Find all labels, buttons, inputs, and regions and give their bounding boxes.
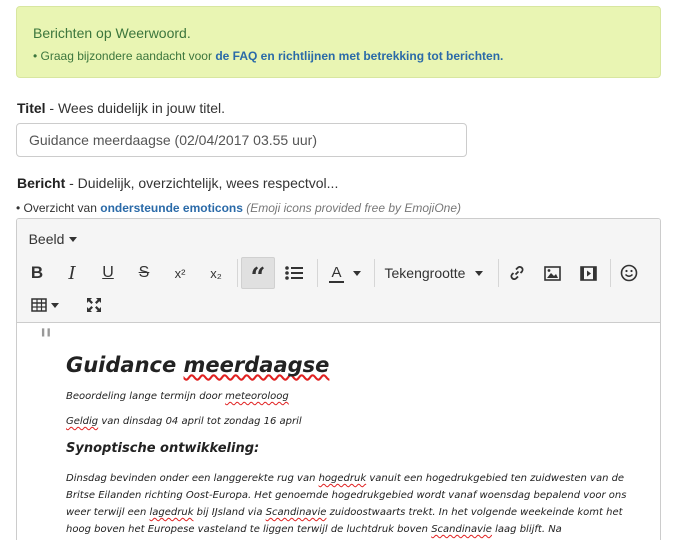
underline-button[interactable]: U — [92, 257, 124, 289]
notice-box: Berichten op Weerwoord. • Graag bijzonde… — [16, 6, 661, 78]
toolbar-separator — [317, 259, 318, 287]
insert-video-button[interactable] — [572, 257, 604, 289]
heading-text-misspelled: meerdaagse — [183, 353, 330, 377]
notice-title: Berichten op Weerwoord. — [33, 25, 191, 41]
document-paragraph: Dinsdag bevinden onder een langgerekte r… — [66, 470, 636, 538]
notice-line: • Graag bijzondere aandacht voor de FAQ … — [33, 49, 644, 63]
document-heading: Guidance meerdaagse — [66, 353, 636, 377]
title-label-bold: Titel — [17, 100, 46, 116]
table-icon — [31, 298, 47, 312]
message-label-bold: Bericht — [17, 175, 66, 191]
expand-icon — [87, 298, 101, 312]
document-line-2: Geldig van dinsdag 04 april tot zondag 1… — [66, 416, 636, 427]
link-icon — [510, 266, 524, 280]
line2-misspelled: Geldig — [66, 416, 99, 427]
chevron-down-icon — [51, 302, 59, 308]
toolbar-separator — [498, 259, 499, 287]
rich-text-editor: Beeld B I U S x² x₂ “ A Tekengrootte " G… — [16, 218, 661, 540]
notice-line-prefix: • Graag bijzondere aandacht voor — [33, 49, 216, 63]
bullet-list-button[interactable] — [278, 257, 310, 289]
para-misspelled: Scandinavie — [265, 507, 327, 518]
para-misspelled: Scandinavie — [431, 524, 492, 535]
document-body: Guidance meerdaagse Beoordeling lange te… — [66, 353, 636, 538]
title-label-hint: - Wees duidelijk in jouw titel. — [45, 100, 226, 116]
subscript-button[interactable]: x₂ — [200, 257, 232, 289]
list-icon — [285, 266, 303, 280]
video-icon — [579, 265, 597, 281]
emoticons-link[interactable]: ondersteunde emoticons — [100, 201, 243, 215]
chevron-down-icon — [475, 270, 484, 276]
heading-text: Guidance — [66, 353, 184, 377]
emoticon-prefix: • Overzicht van — [16, 201, 101, 215]
emoticon-info: • Overzicht van ondersteunde emoticons (… — [16, 201, 461, 215]
message-label-hint: - Duidelijk, overzichtelijk, wees respec… — [65, 175, 339, 191]
insert-image-button[interactable] — [536, 257, 568, 289]
font-size-label: Tekengrootte — [384, 265, 466, 281]
insert-link-button[interactable] — [501, 257, 533, 289]
bold-button[interactable]: B — [21, 257, 53, 289]
emoji-button[interactable] — [613, 257, 645, 289]
style-menu-label: Beeld — [28, 231, 65, 247]
italic-button[interactable]: I — [56, 257, 88, 289]
font-color-button[interactable]: A — [321, 257, 369, 289]
fullscreen-button[interactable] — [78, 289, 110, 321]
toolbar-separator — [237, 259, 238, 287]
superscript-button[interactable]: x² — [164, 257, 196, 289]
title-label: Titel - Wees duidelijk in jouw titel. — [17, 100, 225, 116]
font-color-icon: A — [329, 263, 344, 283]
strikethrough-button[interactable]: S — [128, 257, 160, 289]
editor-content[interactable]: " Guidance meerdaagse Beoordeling lange … — [17, 323, 660, 540]
image-icon — [543, 265, 561, 281]
faq-link[interactable]: de FAQ en richtlijnen met betrekking tot… — [215, 49, 503, 63]
document-line-1: Beoordeling lange termijn door meteorolo… — [66, 391, 636, 402]
style-menu-button[interactable]: Beeld — [27, 223, 79, 255]
para-misspelled: lagedruk — [149, 507, 194, 518]
smiley-icon — [620, 264, 638, 282]
para-text: Dinsdag bevinden onder een langgerekte r… — [66, 473, 319, 484]
quote-icon: “ — [250, 263, 266, 293]
blockquote-marker: " — [39, 323, 53, 358]
emoticon-credit: (Emoji icons provided free by EmojiOne) — [246, 201, 462, 215]
document-subheading: Synoptische ontwikkeling: — [66, 441, 260, 456]
line2-text: van dinsdag 04 april tot zondag 16 april — [98, 416, 302, 427]
insert-table-button[interactable] — [25, 289, 65, 321]
para-text: laag blijft. Na — [491, 524, 562, 535]
message-label: Bericht - Duidelijk, overzichtelijk, wee… — [17, 175, 338, 191]
toolbar-separator — [610, 259, 611, 287]
line1-text: Beoordeling lange termijn door — [66, 391, 226, 402]
toolbar-separator — [374, 259, 375, 287]
para-misspelled: hogedruk — [318, 473, 367, 484]
blockquote-button[interactable]: “ — [241, 257, 275, 293]
chevron-down-icon — [352, 270, 361, 276]
chevron-down-icon — [69, 236, 78, 242]
font-size-dropdown[interactable]: Tekengrootte — [378, 257, 490, 289]
para-text: bij IJsland via — [193, 507, 266, 518]
line1-misspelled: meteoroloog — [225, 391, 289, 402]
title-input[interactable] — [16, 123, 467, 157]
editor-toolbar: Beeld B I U S x² x₂ “ A Tekengrootte — [17, 219, 660, 323]
